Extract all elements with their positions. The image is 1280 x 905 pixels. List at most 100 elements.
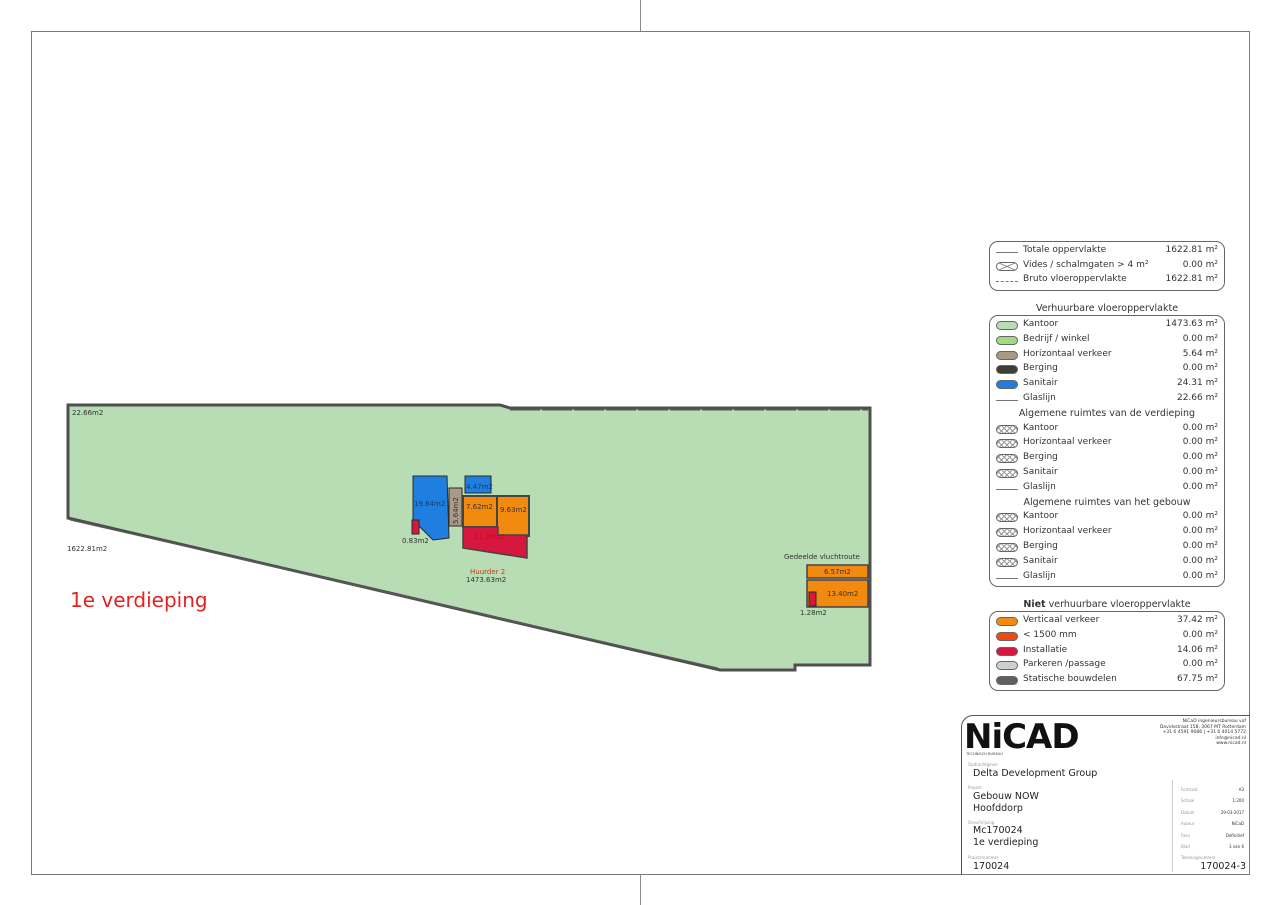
line-swatch-icon xyxy=(996,488,1018,490)
legend-row: Installatie 14.06 m² xyxy=(996,645,1218,659)
field-value: 29-03-2017 xyxy=(1220,809,1244,815)
legend-subheading: Algemene ruimtes van het gebouw xyxy=(1023,496,1191,508)
dashed-line-swatch-icon xyxy=(996,281,1018,282)
hatch-swatch-icon xyxy=(996,513,1018,523)
legend-row: Glaslijn 22.66 m² xyxy=(996,393,1218,407)
legend-row: Bedrijf / winkel 0.00 m² xyxy=(996,334,1218,348)
line-swatch-icon xyxy=(996,577,1018,579)
field-label: Fase xyxy=(1181,832,1190,838)
label-glaslijn: 22.66m2 xyxy=(72,409,103,417)
tekening-line2: 1e verdieping xyxy=(973,837,1039,848)
hatch-swatch-icon xyxy=(996,424,1018,434)
projectnummer-label: Projectnummer xyxy=(968,855,999,860)
line-swatch-icon xyxy=(996,400,1018,401)
legend-row: Horizontaal verkeer 0.00 m² xyxy=(996,526,1218,540)
stair-room-b xyxy=(496,495,530,537)
field-value: 3 van 6 xyxy=(1229,844,1244,849)
field-label: Formaat xyxy=(1181,787,1198,792)
legend-rentable: Kantoor 1473.63 m² Bedrijf / winkel 0.00 m²… xyxy=(989,315,1225,587)
hatch-swatch-icon xyxy=(996,543,1018,552)
label-installatie-small: 0.83m2 xyxy=(402,537,429,545)
field-label: Schaal xyxy=(1181,798,1195,804)
color-swatch-icon xyxy=(996,676,1018,686)
color-swatch-icon xyxy=(996,365,1018,375)
label-route-small: 1.28m2 xyxy=(800,609,827,617)
field-value: Definitief xyxy=(1225,832,1244,838)
legend-row-vides: Vides / schalmgaten > 4 m² 0.00 m² xyxy=(996,260,1218,274)
legend-row: Horizontaal verkeer 0.00 m² xyxy=(996,437,1218,451)
legend-row: Horizontaal verkeer 5.64 m² xyxy=(996,349,1218,363)
color-swatch-icon xyxy=(996,350,1018,360)
projectnummer-value: 170024 xyxy=(973,861,1010,872)
legend-row: Berging 0.00 m² xyxy=(996,363,1218,377)
legend-rentable-heading: Verhuurbare vloeroppervlakte xyxy=(1035,303,1179,314)
color-swatch-icon xyxy=(996,380,1018,390)
hatch-swatch-icon xyxy=(996,454,1018,464)
project-line1: Gebouw NOW xyxy=(973,791,1039,802)
legend-row: Sanitair 0.00 m² xyxy=(996,467,1218,481)
nicad-logo: NiCAD TECHNISCH BUREAU xyxy=(964,718,1080,757)
floor-plan: 22.66m2 1622.81m2 19.84m2 5.64m2 4.47m2 … xyxy=(66,403,872,672)
label-stair-b: 9.63m2 xyxy=(500,506,527,514)
legend-row: Statische bouwdelen 67.75 m² xyxy=(996,674,1218,688)
field-label: Datum xyxy=(1181,809,1195,815)
label-stair-a: 7.62m2 xyxy=(466,503,493,511)
legend-row: Berging 0.00 m² xyxy=(996,452,1218,466)
label-sanitair-small: 4.47m2 xyxy=(466,483,493,491)
legend-subheading: Algemene ruimtes van de verdieping xyxy=(1018,407,1196,419)
color-swatch-icon xyxy=(996,646,1018,656)
color-swatch-icon xyxy=(996,335,1018,345)
hatch-swatch-icon xyxy=(996,557,1018,567)
field-label: Auteur xyxy=(1181,821,1195,827)
tekeningnummer-value: 170024-3 xyxy=(1200,861,1246,872)
legend-row-bruto: Bruto vloeroppervlakte 1622.81 m² xyxy=(996,274,1218,288)
label-horizontaal: 5.64m2 xyxy=(452,497,460,524)
project-label: Project xyxy=(968,785,982,790)
company-line: www.nicad.nl xyxy=(1216,741,1246,747)
field-value: A3 xyxy=(1238,787,1244,792)
legend-row: Glaslijn 0.00 m² xyxy=(996,482,1218,496)
floor-title: 1e verdieping xyxy=(70,588,208,612)
color-swatch-icon xyxy=(996,631,1018,641)
label-installatie: 11.35m2 xyxy=(474,533,505,541)
hatch-swatch-icon xyxy=(996,469,1018,478)
label-huurder-name: Huurder 2 xyxy=(470,568,505,576)
legend-non-rentable-heading: Niet verhuurbare vloeroppervlakte xyxy=(1023,599,1191,610)
legend-row: Kantoor 0.00 m² xyxy=(996,511,1218,525)
label-route-top: 6.57m2 xyxy=(824,568,851,576)
title-block-divider xyxy=(1172,780,1173,872)
legend-row-total: Totale oppervlakte 1622.81 m² xyxy=(996,245,1218,259)
legend-row: Kantoor 0.00 m² xyxy=(996,423,1218,437)
void-swatch-icon xyxy=(996,262,1018,271)
color-swatch-icon xyxy=(996,321,1018,330)
route-room-small xyxy=(808,591,817,607)
legend-non-rentable: Verticaal verkeer 37.42 m² < 1500 mm 0.00 m… xyxy=(989,611,1225,691)
color-swatch-icon xyxy=(996,617,1018,626)
field-value: 1:200 xyxy=(1232,798,1244,804)
line-swatch-icon xyxy=(996,252,1018,253)
field-label: Blad xyxy=(1181,844,1190,849)
svg-text:TECHNISCH BUREAU: TECHNISCH BUREAU xyxy=(965,752,1003,756)
label-route-bottom: 13.40m2 xyxy=(827,590,858,598)
legend-totals: Totale oppervlakte 1622.81 m² Vides / sc… xyxy=(989,241,1225,291)
label-route-title: Gedeelde vluchtroute xyxy=(784,553,860,561)
company-line: +31 6 4591 9086 | +31 6 4014 5772 xyxy=(1162,730,1247,736)
legend-row: Parkeren /passage 0.00 m² xyxy=(996,659,1218,673)
project-line2: Hoofddorp xyxy=(973,803,1023,814)
legend-row: Sanitair 0.00 m² xyxy=(996,556,1218,570)
legend-row: < 1500 mm 0.00 m² xyxy=(996,630,1218,644)
stair-room-a xyxy=(462,495,499,528)
label-huurder-area: 1473.63m2 xyxy=(466,576,506,584)
legend-row: Verticaal verkeer 37.42 m² xyxy=(996,615,1218,629)
opdrachtgever-value: Delta Development Group xyxy=(973,768,1098,779)
legend-row: Sanitair 24.31 m² xyxy=(996,378,1218,392)
label-sanitair-large: 19.84m2 xyxy=(414,500,445,508)
label-gross: 1622.81m2 xyxy=(67,545,107,553)
legend-row: Glaslijn 0.00 m² xyxy=(996,571,1218,585)
color-swatch-icon xyxy=(996,661,1018,671)
hatch-swatch-icon xyxy=(996,439,1018,449)
field-value: NiCaD xyxy=(1231,821,1244,827)
installatie-room-small xyxy=(411,519,420,535)
legend-row: Kantoor 1473.63 m² xyxy=(996,319,1218,333)
opdrachtgever-label: Opdrachtgever xyxy=(968,762,999,767)
